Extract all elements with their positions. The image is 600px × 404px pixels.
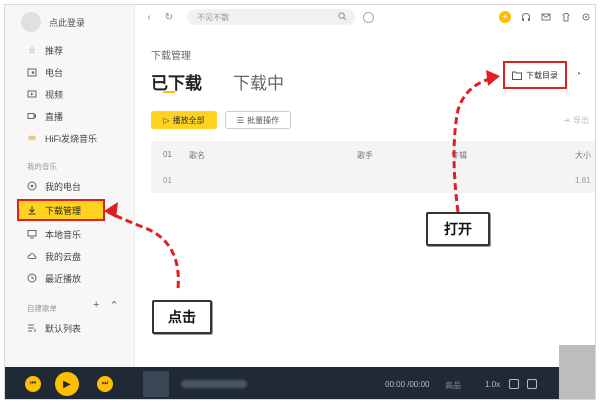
sidebar-item-live[interactable]: 直播 <box>5 105 135 127</box>
tab-underline <box>163 91 175 93</box>
download-table: 01 歌名 歌手 专辑 大小 01 1.81 <box>151 141 595 193</box>
breadcrumb: 下载管理 <box>151 51 191 62</box>
add-playlist-icon[interactable]: + <box>93 299 99 312</box>
clock-icon <box>27 273 37 283</box>
folder-icon <box>512 71 522 80</box>
export-button[interactable]: ⇥ 导出 <box>563 115 589 126</box>
header-album: 专辑 <box>451 151 467 160</box>
previous-icon[interactable]: ⏮ <box>25 376 41 392</box>
album-cover[interactable] <box>143 371 169 397</box>
sidebar-item-label: 下载管理 <box>45 205 82 216</box>
back-icon[interactable]: ‹ <box>143 11 155 23</box>
sidebar-item-recent[interactable]: 最近播放 <box>5 267 135 289</box>
sidebar-item-recommend[interactable]: ☆ 推荐 <box>5 39 135 61</box>
header-artist: 歌手 <box>357 151 373 160</box>
table-header: 01 歌名 歌手 专辑 大小 <box>151 141 595 167</box>
batch-icon: ☰ <box>236 115 245 125</box>
radio-icon <box>27 181 37 191</box>
player-bar: ⏮ ▶ ⏭ 00:00 /00:00 高品 1.0x <box>5 345 595 399</box>
tab-downloaded[interactable]: 已下载 <box>151 69 202 94</box>
top-bar: ‹ ↻ 不见不散 ✦ <box>135 5 595 29</box>
playlist-controls: + ⌃ <box>93 299 119 312</box>
star-icon: ☆ <box>27 44 37 55</box>
open-callout: 打开 <box>426 212 490 246</box>
collapse-icon[interactable]: ⌃ <box>109 299 118 312</box>
sidebar-item-label: 电台 <box>45 67 64 78</box>
playlist-title: 自建歌单 <box>27 304 57 313</box>
partial-icon[interactable]: ◔ <box>575 69 581 80</box>
row-index: 01 <box>163 176 172 185</box>
sidebar-item-cloud[interactable]: 我的云盘 <box>5 245 135 267</box>
search-icon <box>338 12 347 21</box>
sidebar-item-label: HiFi发烧音乐 <box>45 133 97 144</box>
list-icon <box>27 323 37 333</box>
play-all-button[interactable]: ▷ 播放全部 <box>151 111 217 129</box>
login-area[interactable]: 点此登录 <box>21 11 85 33</box>
header-index: 01 <box>163 150 172 159</box>
download-directory-button[interactable]: 下载目录 <box>503 61 567 89</box>
gray-overlay <box>559 345 595 399</box>
play-icon: ▷ <box>163 115 170 125</box>
click-callout: 点击 <box>152 300 212 334</box>
quality-label[interactable]: 高品 <box>445 380 461 391</box>
volume-icon[interactable] <box>527 379 537 389</box>
play-all-label: 播放全部 <box>172 115 205 125</box>
app-window: 点此登录 ☆ 推荐 电台 视频 直播 HiFi发烧音乐 我的音乐 我的电台 下载… <box>4 4 596 400</box>
settings-icon[interactable] <box>581 12 591 22</box>
computer-icon <box>27 229 37 239</box>
sidebar-item-radio[interactable]: 电台 <box>5 61 135 83</box>
batch-label: 批量操作 <box>247 115 280 125</box>
sidebar-item-label: 我的云盘 <box>45 251 82 262</box>
video-icon <box>27 89 37 99</box>
live-icon <box>27 111 37 121</box>
row-size: 1.81 <box>575 176 591 185</box>
sidebar-item-default-list[interactable]: 默认列表 <box>5 317 135 339</box>
hifi-icon <box>27 133 37 143</box>
search-placeholder: 不见不散 <box>197 12 229 22</box>
window-controls: ✦ <box>499 11 591 23</box>
speed-label[interactable]: 1.0x <box>485 380 500 389</box>
avatar[interactable] <box>21 12 41 32</box>
sidebar-item-label: 直播 <box>45 111 64 122</box>
sidebar-item-label: 本地音乐 <box>45 229 82 240</box>
mail-icon[interactable] <box>541 12 551 22</box>
batch-operation-button[interactable]: ☰ 批量操作 <box>225 111 291 129</box>
song-info-blurred <box>181 380 247 388</box>
play-time: 00:00 /00:00 <box>385 380 430 389</box>
sidebar-item-video[interactable]: 视频 <box>5 83 135 105</box>
sidebar-item-label: 视频 <box>45 89 64 100</box>
sidebar-item-label: 最近播放 <box>45 273 82 284</box>
radio-icon <box>27 67 37 77</box>
search-input[interactable]: 不见不散 <box>187 9 355 25</box>
lyrics-icon[interactable] <box>509 379 519 389</box>
download-directory-label: 下载目录 <box>526 70 558 80</box>
header-size: 大小 <box>575 151 591 160</box>
sidebar-item-download-manager[interactable]: 下载管理 <box>17 199 105 221</box>
table-row[interactable]: 01 1.81 <box>151 167 595 193</box>
sidebar-item-label: 我的电台 <box>45 181 82 192</box>
sidebar-item-label: 推荐 <box>45 45 64 56</box>
skin-icon[interactable] <box>561 12 571 22</box>
download-icon <box>27 205 37 215</box>
sidebar-item-local-music[interactable]: 本地音乐 <box>5 223 135 245</box>
vip-icon[interactable]: ✦ <box>499 11 511 23</box>
refresh-icon[interactable]: ↻ <box>163 11 175 23</box>
next-icon[interactable]: ⏭ <box>97 376 113 392</box>
tab-downloading[interactable]: 下载中 <box>233 69 284 94</box>
login-label[interactable]: 点此登录 <box>49 16 85 29</box>
sidebar-item-my-radio[interactable]: 我的电台 <box>5 175 135 197</box>
my-music-title: 我的音乐 <box>27 162 57 171</box>
sidebar: 点此登录 ☆ 推荐 电台 视频 直播 HiFi发烧音乐 我的音乐 我的电台 下载… <box>5 5 135 367</box>
export-icon: ⇥ <box>563 116 570 125</box>
export-label: 导出 <box>573 116 589 125</box>
header-title: 歌名 <box>189 151 205 160</box>
voice-search-icon[interactable] <box>363 11 374 23</box>
headphones-icon[interactable] <box>521 12 531 22</box>
play-button[interactable]: ▶ <box>55 372 79 396</box>
sidebar-item-hifi[interactable]: HiFi发烧音乐 <box>5 127 135 149</box>
sidebar-item-label: 默认列表 <box>45 323 82 334</box>
cloud-icon <box>27 251 37 261</box>
